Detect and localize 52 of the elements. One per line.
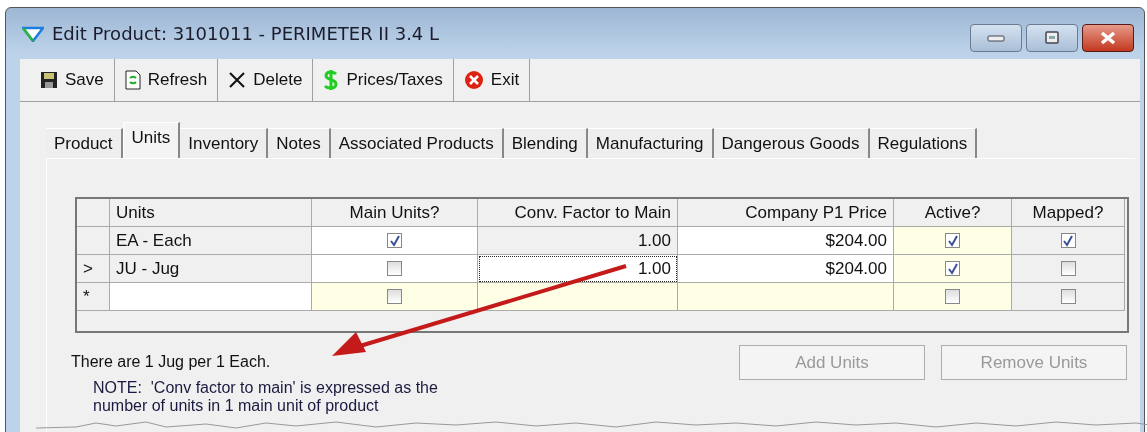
close-circle-icon [463,70,484,90]
toolbar-button[interactable]: Delete [218,59,314,101]
table-cell: 1.00 [478,227,678,255]
toolbar-button[interactable]: Prices/Taxes [313,59,454,101]
column-header: Company P1 Price [678,199,894,227]
close-button[interactable] [1082,24,1134,52]
toolbar-button[interactable]: Refresh [114,59,219,101]
table-cell: $204.00 [678,255,894,283]
tab[interactable]: Notes [268,128,331,158]
toolbar-button[interactable]: Exit [453,59,531,101]
note-text: NOTE: 'Conv factor to main' is expressed as the number of units in 1 main unit of product [93,379,439,415]
table-cell: JU - Jug [110,255,312,283]
checkbox[interactable] [387,289,402,304]
row-header[interactable] [77,227,110,255]
column-header: Conv. Factor to Main [478,199,678,227]
maximize-button[interactable] [1026,24,1078,52]
column-header: Units [110,199,312,227]
table-cell: $204.00 [678,227,894,255]
tab[interactable]: Manufacturing [587,128,714,158]
row-header[interactable]: > [77,255,110,283]
minimize-button[interactable] [970,24,1022,52]
x-mark-icon [228,71,247,89]
column-header: Main Units? [312,199,478,227]
table-cell: EA - Each [110,227,312,255]
minimize-icon [987,34,1005,42]
column-header: Active? [894,199,1012,227]
checkbox[interactable] [1060,261,1076,276]
toolbar-button[interactable]: Save [30,59,115,101]
tab[interactable]: Blending [503,128,588,158]
checkbox[interactable] [1060,233,1076,248]
row-header[interactable]: * [77,283,110,311]
window-title: Edit Product: 3101011 - PERIMETER II 3.4 L [52,23,441,44]
close-icon [1099,31,1117,45]
checkbox[interactable] [945,233,960,248]
tab[interactable]: Dangerous Goods [713,128,870,158]
tab[interactable]: Units [122,122,181,158]
column-header: Mapped? [1012,199,1125,227]
checkbox[interactable] [387,261,402,276]
tab[interactable]: Product [46,128,123,158]
tab[interactable]: Inventory [180,128,269,158]
maximize-icon [1043,31,1061,45]
table-cell: 1.00 [478,255,678,283]
dollar-sign-icon [323,69,340,91]
tab[interactable]: Associated Products [330,128,504,158]
checkbox[interactable] [387,233,402,248]
tab[interactable]: Regulations [869,128,978,158]
checkbox[interactable] [945,289,960,304]
checkbox[interactable] [1060,289,1076,304]
triangle-logo-icon [22,25,44,42]
refresh-icon [124,70,141,90]
summary-text: There are 1 Jug per 1 Each. [71,353,272,371]
checkbox[interactable] [945,261,960,276]
